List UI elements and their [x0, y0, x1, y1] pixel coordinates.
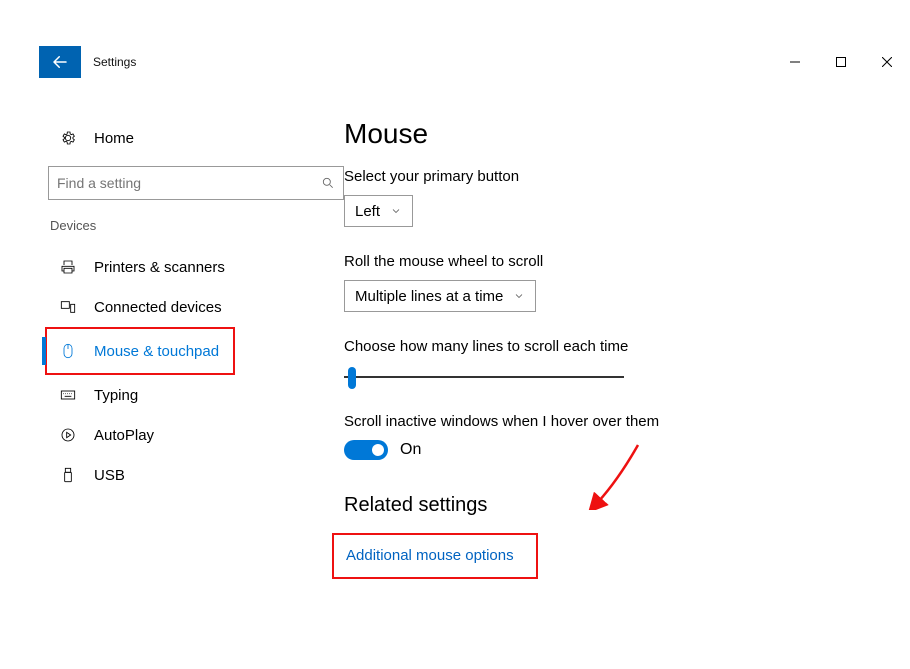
minimize-button[interactable] [772, 46, 818, 78]
sidebar-item-label: AutoPlay [94, 427, 154, 444]
wheel-scroll-label: Roll the mouse wheel to scroll [344, 253, 870, 270]
minimize-icon [790, 57, 800, 67]
primary-button-dropdown[interactable]: Left [344, 195, 413, 227]
sidebar-item-printers[interactable]: Printers & scanners [48, 247, 344, 287]
primary-button-label: Select your primary button [344, 168, 870, 185]
chevron-down-icon [390, 205, 402, 217]
dropdown-value: Multiple lines at a time [355, 288, 503, 305]
maximize-button[interactable] [818, 46, 864, 78]
sidebar-item-mouse[interactable]: Mouse & touchpad [48, 329, 233, 373]
sidebar-item-autoplay[interactable]: AutoPlay [48, 415, 344, 455]
sidebar-item-usb[interactable]: USB [48, 455, 344, 495]
inactive-windows-toggle[interactable] [344, 440, 388, 460]
additional-mouse-options-link[interactable]: Additional mouse options [346, 547, 514, 564]
sidebar-item-label: Connected devices [94, 299, 222, 316]
devices-icon [56, 299, 80, 315]
search-icon [321, 176, 335, 190]
autoplay-icon [56, 427, 80, 443]
close-button[interactable] [864, 46, 910, 78]
sidebar-category: Devices [48, 218, 344, 233]
search-input[interactable] [48, 166, 344, 200]
inactive-windows-label: Scroll inactive windows when I hover ove… [344, 413, 870, 430]
arrow-left-icon [51, 53, 69, 71]
gear-icon [56, 130, 80, 146]
maximize-icon [836, 57, 846, 67]
printer-icon [56, 259, 80, 275]
back-button[interactable] [39, 46, 81, 78]
sidebar-home-label: Home [94, 130, 134, 147]
keyboard-icon [56, 387, 80, 403]
annotation-highlight-link: Additional mouse options [332, 533, 538, 579]
annotation-highlight-sidebar: Mouse & touchpad [45, 327, 235, 375]
toggle-knob [372, 444, 384, 456]
sidebar-item-typing[interactable]: Typing [48, 375, 344, 415]
sidebar-item-home[interactable]: Home [48, 118, 344, 158]
slider-track [344, 376, 624, 378]
wheel-scroll-dropdown[interactable]: Multiple lines at a time [344, 280, 536, 312]
chevron-down-icon [513, 290, 525, 302]
sidebar-item-label: Typing [94, 387, 138, 404]
related-heading: Related settings [344, 494, 870, 517]
sidebar-item-connected[interactable]: Connected devices [48, 287, 344, 327]
mouse-icon [56, 343, 80, 359]
sidebar-item-label: Mouse & touchpad [94, 343, 219, 360]
app-title: Settings [81, 46, 772, 78]
close-icon [882, 57, 892, 67]
search-field[interactable] [57, 175, 321, 191]
page-title: Mouse [344, 118, 870, 150]
slider-thumb[interactable] [348, 367, 356, 389]
usb-icon [56, 467, 80, 483]
dropdown-value: Left [355, 203, 380, 220]
lines-scroll-slider[interactable] [344, 365, 624, 389]
lines-scroll-label: Choose how many lines to scroll each tim… [344, 338, 870, 355]
sidebar-item-label: Printers & scanners [94, 259, 225, 276]
toggle-state: On [400, 441, 421, 459]
sidebar-item-label: USB [94, 467, 125, 484]
